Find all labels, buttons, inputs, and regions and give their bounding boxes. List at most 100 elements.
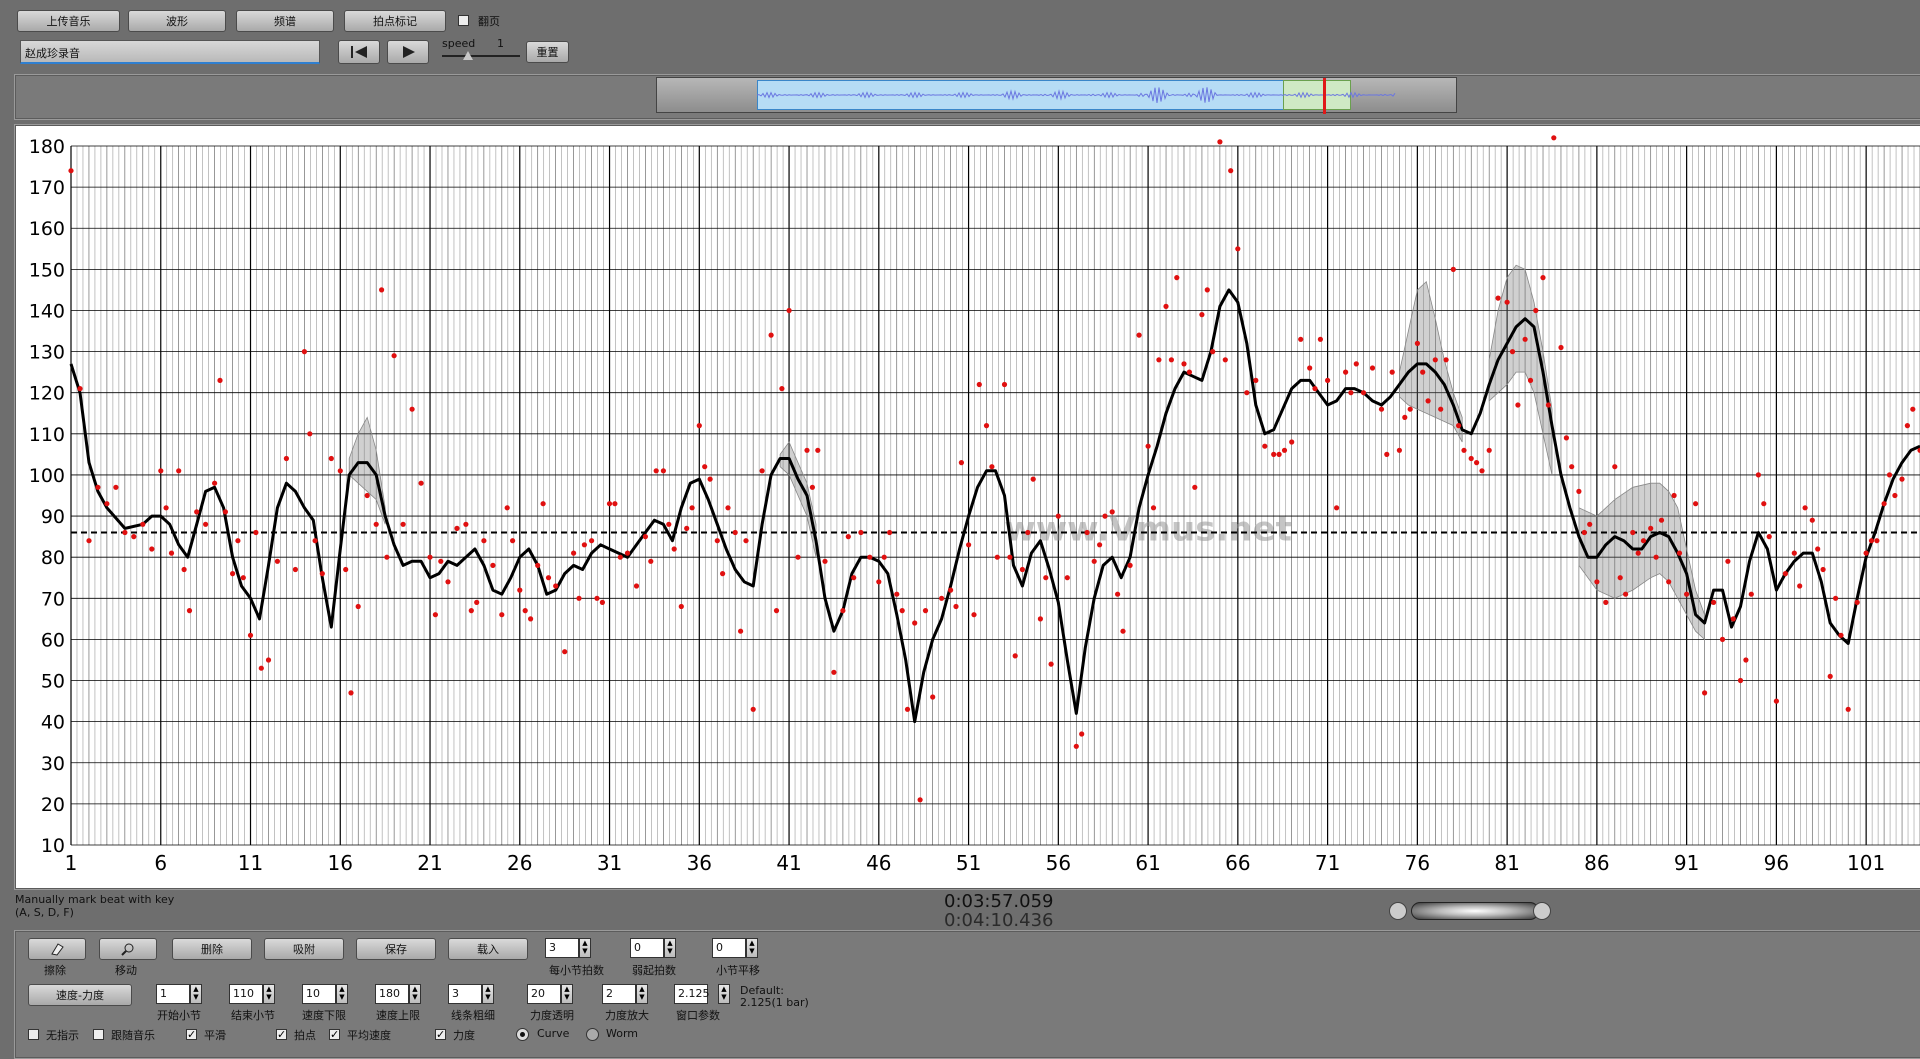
snap-button[interactable]: 吸附 <box>264 938 344 960</box>
pickup-beats-stepper[interactable]: ▲ ▼ <box>664 938 676 958</box>
line-width-input[interactable]: 3 <box>448 984 482 1004</box>
tempo-min-label: 速度下限 <box>302 1009 346 1022</box>
beat-point <box>759 468 765 474</box>
dynamics-scale-stepper[interactable]: ▲ ▼ <box>636 984 648 1004</box>
beat-point <box>176 468 182 474</box>
start-bar-stepper[interactable]: ▲ ▼ <box>190 984 202 1004</box>
delete-button[interactable]: 删除 <box>172 938 252 960</box>
beat-point <box>1012 653 1018 659</box>
beat-point <box>1281 447 1288 453</box>
follow-music-checkbox[interactable] <box>93 1029 104 1040</box>
beat-point <box>212 480 218 486</box>
speed-slider-track[interactable] <box>442 55 520 57</box>
beat-point <box>149 546 155 552</box>
play-button[interactable] <box>387 40 429 64</box>
beat-point <box>912 620 918 626</box>
beat-point <box>301 349 307 355</box>
no-hint-checkbox[interactable] <box>28 1029 39 1040</box>
beat-point <box>1725 558 1731 564</box>
y-tick-label: 160 <box>29 218 65 240</box>
beat-point <box>922 608 929 614</box>
beat-point <box>1702 690 1708 696</box>
beat-point <box>732 529 738 536</box>
beat-point <box>684 525 690 531</box>
delete-label: 删除 <box>201 943 223 956</box>
playhead-marker[interactable] <box>1323 78 1326 114</box>
beat-point <box>779 386 785 392</box>
x-tick-label: 86 <box>1584 851 1609 875</box>
dynamics-checkbox[interactable]: ✓ <box>435 1029 446 1040</box>
tempo-min-input[interactable]: 10 <box>302 984 336 1004</box>
beat-point <box>432 612 438 618</box>
waveform-button[interactable]: 波形 <box>128 10 226 32</box>
pickup-beats-input[interactable]: 0 <box>630 938 664 958</box>
load-button[interactable]: 载入 <box>448 938 528 960</box>
window-param-stepper[interactable]: ▲ ▼ <box>718 984 730 1004</box>
y-tick-label: 50 <box>41 671 65 693</box>
beat-point <box>1461 447 1467 453</box>
bar-offset-input[interactable]: 0 <box>712 938 746 958</box>
speed-slider-thumb[interactable] <box>463 51 473 60</box>
y-tick-label: 40 <box>41 712 65 734</box>
beat-point <box>131 534 137 540</box>
bar-offset-stepper[interactable]: ▲ ▼ <box>746 938 758 958</box>
avg-tempo-checkbox[interactable]: ✓ <box>329 1029 340 1040</box>
beat-point <box>1450 266 1456 272</box>
beat-point <box>535 562 541 568</box>
track-name-field[interactable]: 赵成珍录音 <box>20 40 320 64</box>
beat-point <box>1271 451 1277 457</box>
beat-point <box>1384 451 1390 457</box>
beat-point <box>976 381 982 388</box>
beat-point <box>364 492 370 499</box>
skip-start-icon <box>351 46 367 58</box>
beat-marks-button[interactable]: 拍点标记 <box>344 10 446 32</box>
x-tick-label: 26 <box>507 851 532 875</box>
beat-point <box>1904 423 1910 429</box>
tempo-max-stepper[interactable]: ▲ ▼ <box>409 984 421 1004</box>
reset-button[interactable]: 重置 <box>526 41 569 63</box>
tempo-max-input[interactable]: 180 <box>375 984 409 1004</box>
rewind-button[interactable] <box>338 40 380 64</box>
dynamics-scale-input[interactable]: 2 <box>602 984 636 1004</box>
dynamics-alpha-input[interactable]: 20 <box>527 984 561 1004</box>
beat-point <box>1030 476 1036 482</box>
page-turn-checkbox[interactable] <box>458 15 469 26</box>
total-time: 0:04:10.436 <box>944 910 1054 931</box>
dynamics-alpha-stepper[interactable]: ▲ ▼ <box>561 984 573 1004</box>
beat-point <box>1456 423 1462 429</box>
beat-point <box>1612 464 1618 470</box>
end-bar-stepper[interactable]: ▲ ▼ <box>263 984 275 1004</box>
line-width-stepper[interactable]: ▲ ▼ <box>482 984 494 1004</box>
save-button[interactable]: 保存 <box>356 938 436 960</box>
tempo-min-stepper[interactable]: ▲ ▼ <box>336 984 348 1004</box>
overview-waveform[interactable] <box>656 77 1457 114</box>
beat-point <box>1719 636 1726 642</box>
beat-point <box>1007 554 1013 560</box>
curve-radio[interactable] <box>516 1028 529 1041</box>
load-label: 载入 <box>477 943 499 956</box>
volume-slider[interactable] <box>1411 902 1539 920</box>
window-param-input[interactable]: 2.125 <box>674 984 710 1004</box>
window-param-value: 2.125 <box>678 987 710 1000</box>
beat-point <box>642 534 649 540</box>
x-tick-label: 1 <box>65 851 78 875</box>
beats-per-bar-stepper[interactable]: ▲ ▼ <box>579 938 591 958</box>
volume-control[interactable] <box>1389 900 1553 922</box>
spectrum-button[interactable]: 频谱 <box>236 10 334 32</box>
beat-point <box>714 538 720 544</box>
beat-point <box>1438 406 1444 412</box>
beats-per-bar-input[interactable]: 3 <box>545 938 579 958</box>
beat-point <box>689 505 695 511</box>
beat-point <box>1676 550 1683 556</box>
start-bar-input[interactable]: 1 <box>156 984 190 1004</box>
upload-music-button[interactable]: 上传音乐 <box>17 10 120 32</box>
tempo-dynamics-button[interactable]: 速度-力度 <box>28 984 132 1006</box>
worm-radio[interactable] <box>586 1028 599 1041</box>
beat-points-checkbox[interactable]: ✓ <box>276 1029 287 1040</box>
tempo-chart[interactable]: 10 20 30 40 50 60 70 80 90 100 110 120 130 140 150 160 1… <box>15 126 1920 886</box>
move-button[interactable] <box>99 938 157 960</box>
erase-button[interactable] <box>28 938 86 960</box>
end-bar-input[interactable]: 110 <box>229 984 263 1004</box>
beat-point <box>1420 369 1426 375</box>
smooth-checkbox[interactable]: ✓ <box>186 1029 197 1040</box>
